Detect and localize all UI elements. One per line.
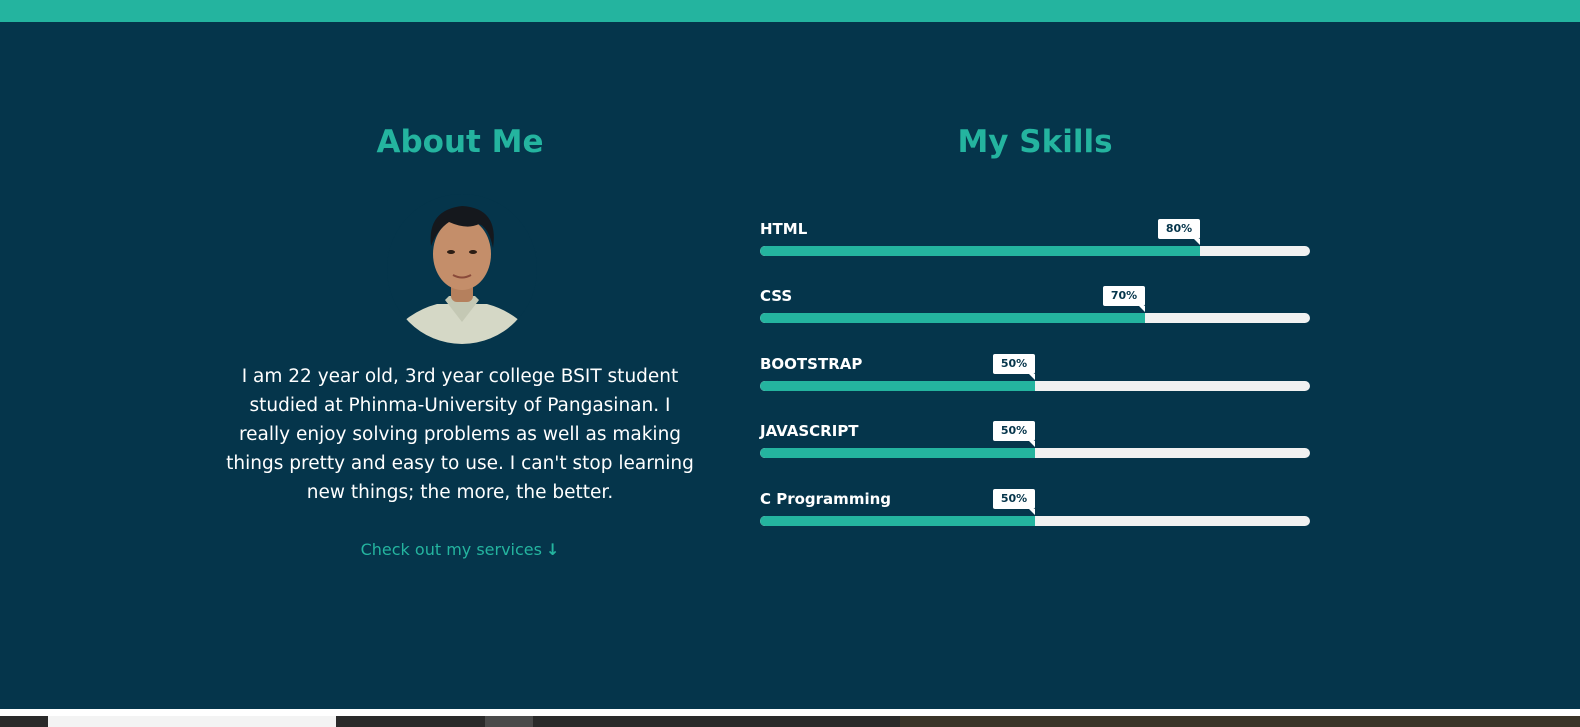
about-column: About Me I am 22 year old, 3rd year coll… — [225, 122, 695, 559]
skill-percent-badge: 80% — [1158, 219, 1200, 245]
skill-progress-track — [760, 246, 1310, 256]
skill-progress-track — [760, 313, 1310, 323]
skill-label: BOOTSTRAP — [760, 355, 863, 373]
arrow-down-icon: ↓ — [545, 540, 560, 559]
skill-label: HTML — [760, 220, 808, 238]
skill-progress-fill — [760, 516, 1035, 526]
next-section-panel — [485, 716, 533, 727]
next-section-peek — [0, 716, 1580, 727]
services-link-label: Check out my services — [360, 540, 542, 559]
next-section-image — [900, 716, 1580, 727]
skill-percent-badge: 50% — [993, 421, 1035, 447]
services-link[interactable]: Check out my services ↓ — [225, 540, 695, 559]
next-section-panel — [48, 716, 336, 727]
skill-percent-badge: 50% — [993, 489, 1035, 515]
skill-javascript: JAVASCRIPT 50% — [760, 421, 1310, 465]
avatar-photo — [387, 194, 537, 344]
skill-progress-track — [760, 516, 1310, 526]
skill-percent-badge: 50% — [993, 354, 1035, 380]
skill-progress-fill — [760, 448, 1035, 458]
skill-label: CSS — [760, 287, 793, 305]
skill-bootstrap: BOOTSTRAP 50% — [760, 354, 1310, 398]
skill-progress-track — [760, 448, 1310, 458]
skills-title: My Skills — [957, 124, 1113, 160]
avatar — [387, 194, 537, 344]
skill-label: C Programming — [760, 490, 892, 508]
skill-progress-fill — [760, 246, 1200, 256]
top-accent-bar — [0, 0, 1580, 22]
skill-progress-fill — [760, 381, 1035, 391]
skill-html: HTML 80% — [760, 219, 1310, 263]
skill-progress-fill — [760, 313, 1145, 323]
about-skills-section: About Me I am 22 year old, 3rd year coll… — [0, 22, 1580, 709]
about-title: About Me — [376, 124, 544, 160]
skill-c-programming: C Programming 50% — [760, 489, 1310, 533]
skill-css: CSS 70% — [760, 286, 1310, 330]
skills-column: My Skills HTML 80% CSS 70% BOOTSTRAP 50%… — [760, 122, 1310, 526]
skill-progress-track — [760, 381, 1310, 391]
skill-label: JAVASCRIPT — [760, 422, 859, 440]
about-bio: I am 22 year old, 3rd year college BSIT … — [226, 366, 694, 503]
skill-percent-badge: 70% — [1103, 286, 1145, 312]
